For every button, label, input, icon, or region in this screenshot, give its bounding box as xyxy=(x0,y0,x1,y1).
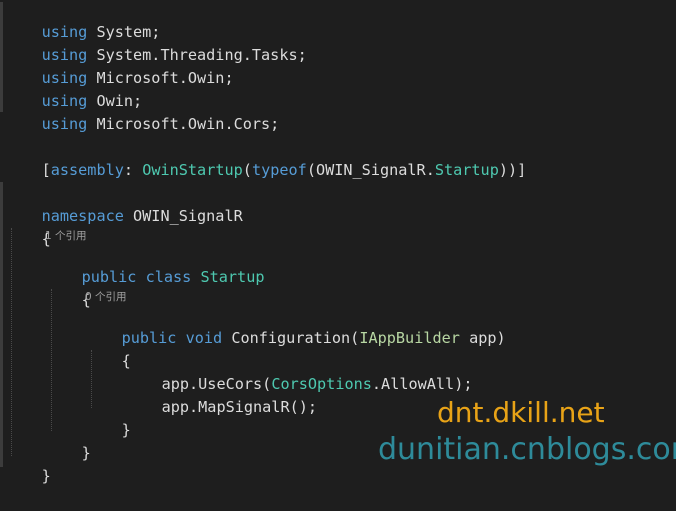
type-startup: Startup xyxy=(191,268,265,286)
interface-iappbuilder: IAppBuilder xyxy=(359,329,460,347)
code-line-using-1[interactable]: using System; xyxy=(5,0,161,41)
keyword-assembly: assembly xyxy=(50,161,124,179)
method-name: Configuration( xyxy=(222,329,360,347)
code-line-mapsignalr[interactable]: app.MapSignalR(); xyxy=(125,373,317,416)
keyword-typeof: typeof xyxy=(251,161,307,179)
namespace-name: OWIN_SignalR xyxy=(123,207,243,225)
member-access: .AllowAll); xyxy=(371,375,473,393)
method-call: app.MapSignalR(); xyxy=(161,398,318,416)
code-line-method-declaration[interactable]: public void Configuration(IAppBuilder ap… xyxy=(85,304,506,347)
code-line-namespace[interactable]: namespace OWIN_SignalR xyxy=(5,182,243,225)
code-line-using-2[interactable]: using System.Threading.Tasks; xyxy=(5,21,307,64)
code-line-class-declaration[interactable]: public class Startup xyxy=(45,243,265,286)
keyword-class: class xyxy=(136,268,192,286)
code-line-brace-open-class[interactable]: { xyxy=(45,266,91,309)
code-line-assembly-attribute[interactable]: [assembly: OwinStartup(typeof(OWIN_Signa… xyxy=(5,136,527,179)
outline-gutter-usings[interactable] xyxy=(0,2,3,112)
watermark-dunitian-cnblogs: dunitian.cnblogs.com xyxy=(378,432,676,467)
brace: } xyxy=(121,421,131,439)
colon: : xyxy=(123,161,143,179)
type-startup: Startup xyxy=(434,161,499,179)
brace: } xyxy=(81,444,91,462)
codelens-class-references[interactable]: 1 个引用 xyxy=(45,229,87,243)
paren: ( xyxy=(242,161,252,179)
code-line-using-5[interactable]: using Microsoft.Owin.Cors; xyxy=(5,90,280,133)
watermark-dnt-dkill: dnt.dkill.net xyxy=(437,396,605,429)
keyword-using: using xyxy=(41,115,88,133)
paren: ( xyxy=(306,161,316,179)
bracket-close: ))] xyxy=(498,161,527,179)
namespace-name: Microsoft.Owin.Cors; xyxy=(87,115,280,133)
code-line-brace-close-class[interactable]: } xyxy=(45,419,91,462)
keyword-void: void xyxy=(176,329,223,347)
code-line-usecors[interactable]: app.UseCors(CorsOptions.AllowAll); xyxy=(125,350,473,393)
code-editor[interactable]: using System; using System.Threading.Tas… xyxy=(0,0,676,485)
code-line-brace-close-namespace[interactable]: } xyxy=(5,442,51,485)
namespace-name: OWIN_SignalR. xyxy=(315,161,435,179)
type-owinstartup: OwinStartup xyxy=(142,161,243,179)
bracket: [ xyxy=(41,161,51,179)
code-line-brace-close-method[interactable]: } xyxy=(85,396,131,439)
code-line-using-4[interactable]: using Owin; xyxy=(5,67,143,110)
code-line-brace-open-namespace[interactable]: { xyxy=(5,205,51,248)
parameter: app) xyxy=(459,329,506,347)
codelens-method-references[interactable]: 0 个引用 xyxy=(85,290,127,304)
brace: } xyxy=(41,467,51,485)
outline-gutter-namespace[interactable] xyxy=(0,182,3,467)
code-line-brace-open-method[interactable]: { xyxy=(85,327,131,370)
keyword-namespace: namespace xyxy=(41,207,124,225)
code-line-using-3[interactable]: using Microsoft.Owin; xyxy=(5,44,234,87)
